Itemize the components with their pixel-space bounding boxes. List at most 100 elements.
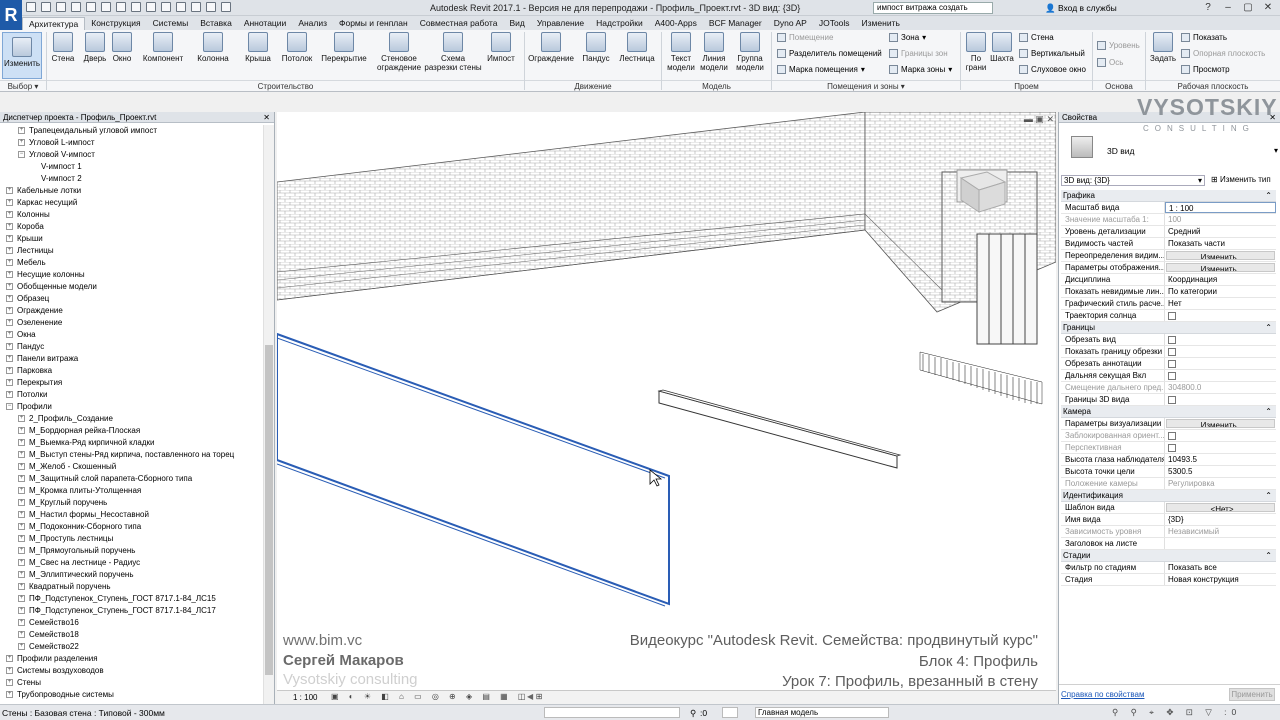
3d-viewport[interactable]: ▬ ▣ ✕ www.bim.vc Сергей Макаров Vysotski… — [277, 112, 1056, 690]
tree-item[interactable]: V-импост 2 — [0, 173, 262, 185]
wall-button[interactable]: Стена — [50, 32, 76, 63]
tree-item[interactable]: + Пандус — [0, 341, 262, 353]
tree-item[interactable]: + Квадратный поручень — [0, 581, 262, 593]
property-value[interactable]: Показать все — [1165, 562, 1276, 573]
collapse-icon[interactable]: ⌃ — [1265, 190, 1272, 202]
close-icon[interactable]: ✕ — [263, 112, 270, 123]
expand-icon[interactable]: + — [6, 271, 13, 279]
model-canvas[interactable] — [277, 112, 1056, 690]
by-face-button[interactable]: По грани — [963, 32, 989, 72]
expand-icon[interactable]: + — [18, 595, 25, 603]
expand-icon[interactable]: + — [6, 343, 13, 351]
property-category[interactable]: Границы ⌃ — [1061, 322, 1276, 334]
save-icon[interactable] — [41, 2, 51, 12]
tree-item[interactable]: + Панели витража — [0, 353, 262, 365]
tab-5[interactable]: Анализ — [292, 17, 333, 30]
tree-item[interactable]: + Колонны — [0, 209, 262, 221]
workset-dropdown[interactable] — [544, 707, 680, 718]
browser-scrollbar[interactable] — [263, 125, 274, 705]
tree-item[interactable]: + M_Свес на лестнице - Радиус — [0, 557, 262, 569]
expand-icon[interactable]: + — [18, 499, 25, 507]
view-control-icons[interactable]: ▣ ◐ ☀ ◧ ⌂ ▭ ◎ ⊕ ◈ ▤ ▦ ◫ ⊞ — [331, 692, 546, 701]
tab-8[interactable]: Вид — [503, 17, 530, 30]
expand-icon[interactable]: + — [6, 391, 13, 399]
property-checkbox[interactable] — [1165, 358, 1276, 369]
tree-item[interactable]: + Семейство18 — [0, 629, 262, 641]
property-value[interactable]: 5300.5 — [1165, 466, 1276, 477]
redo-icon[interactable] — [86, 2, 96, 12]
tree-item[interactable]: + Трапецеидальный угловой импост — [0, 125, 262, 137]
tree-item[interactable]: + ПФ_Подступенок_Ступень_ГОСТ 8717.1-84_Л… — [0, 605, 262, 617]
design-option-dropdown[interactable]: Главная модель — [755, 707, 889, 718]
component-button[interactable]: Компонент — [140, 32, 186, 63]
show-workplane-button[interactable]: Показать — [1181, 33, 1227, 42]
expand-icon[interactable]: + — [6, 283, 13, 291]
dormer-button[interactable]: Слуховое окно — [1019, 65, 1086, 74]
open-icon[interactable] — [26, 2, 36, 12]
collapse-icon[interactable]: ⌃ — [1265, 490, 1272, 502]
tree-item[interactable]: + Короба — [0, 221, 262, 233]
tree-item[interactable]: + Кабельные лотки — [0, 185, 262, 197]
revit-logo[interactable]: R — [0, 0, 22, 33]
stair-button[interactable]: Лестница — [618, 32, 656, 63]
minimize-icon[interactable]: ▬ — [1024, 114, 1033, 124]
expand-icon[interactable]: + — [18, 547, 25, 555]
tree-item[interactable]: + M_Кромка плиты-Утолщенная — [0, 485, 262, 497]
model-text-button[interactable]: Текст модели — [665, 32, 697, 72]
expand-icon[interactable]: + — [18, 511, 25, 519]
tab-0[interactable]: Архитектура — [22, 17, 86, 30]
property-value[interactable]: Средний — [1165, 226, 1276, 237]
expand-icon[interactable]: + — [6, 223, 13, 231]
apply-button[interactable]: Применить — [1229, 688, 1275, 701]
property-value[interactable]: Показать части — [1165, 238, 1276, 249]
tab-13[interactable]: Dyno AP — [768, 17, 813, 30]
set-workplane-button[interactable]: Задать — [1149, 32, 1177, 63]
property-category[interactable]: Графика ⌃ — [1061, 190, 1276, 202]
tree-item[interactable]: + M_Настил формы_Несоставной — [0, 509, 262, 521]
room-button[interactable]: Помещение — [777, 33, 833, 42]
expand-icon[interactable]: + — [18, 535, 25, 543]
tree-item[interactable]: + Парковка — [0, 365, 262, 377]
tab-7[interactable]: Совместная работа — [414, 17, 504, 30]
tree-item[interactable]: + M_Выемка-Ряд кирпичной кладки — [0, 437, 262, 449]
area-boundary-button[interactable]: Границы зон — [889, 49, 948, 58]
property-button[interactable]: Изменить... — [1166, 419, 1275, 428]
collapse-icon[interactable]: ⌃ — [1265, 406, 1272, 418]
edit-type-button[interactable]: ⊞ Изменить тип — [1211, 175, 1271, 184]
room-separator-button[interactable]: Разделитель помещений — [777, 49, 882, 58]
expand-icon[interactable]: + — [6, 331, 13, 339]
tree-item[interactable]: + Профили разделения — [0, 653, 262, 665]
expand-icon[interactable]: + — [18, 439, 25, 447]
model-line-button[interactable]: Линия модели — [698, 32, 730, 72]
expand-icon[interactable]: + — [18, 559, 25, 567]
expand-icon[interactable]: + — [18, 619, 25, 627]
door-button[interactable]: Дверь — [82, 32, 108, 63]
editable-only-toggle[interactable] — [722, 707, 738, 718]
tab-4[interactable]: Аннотации — [238, 17, 293, 30]
collapse-icon[interactable]: − — [18, 151, 25, 159]
instance-dropdown[interactable]: 3D вид: {3D} ▾ — [1061, 175, 1205, 186]
expand-icon[interactable]: + — [18, 523, 25, 531]
expand-icon[interactable]: + — [18, 127, 25, 135]
expand-icon[interactable]: + — [6, 679, 13, 687]
expand-icon[interactable]: + — [6, 307, 13, 315]
curtain-system-button[interactable]: Стеновое ограждение — [376, 32, 422, 72]
group-select[interactable]: Выбор ▾ — [0, 80, 46, 91]
close-icon[interactable]: ✕ — [1046, 114, 1054, 124]
expand-icon[interactable]: + — [6, 667, 13, 675]
undo-icon[interactable] — [71, 2, 81, 12]
property-button[interactable]: Изменить... — [1166, 263, 1275, 272]
tree-item[interactable]: − Угловой V-импост — [0, 149, 262, 161]
tree-item[interactable]: + Перекрытия — [0, 377, 262, 389]
tab-2[interactable]: Системы — [147, 17, 195, 30]
expand-icon[interactable]: + — [18, 475, 25, 483]
tree-item[interactable]: + Семейство22 — [0, 641, 262, 653]
close-icon[interactable]: ✕ — [1258, 1, 1278, 15]
grid-button[interactable]: Ось — [1097, 58, 1123, 67]
selected-wall[interactable] — [277, 332, 670, 607]
expand-icon[interactable]: + — [6, 319, 13, 327]
tree-item[interactable]: +2_Профиль_Создание — [0, 413, 262, 425]
expand-icon[interactable]: + — [6, 367, 13, 375]
property-category[interactable]: Идентификация ⌃ — [1061, 490, 1276, 502]
expand-icon[interactable]: + — [6, 259, 13, 267]
